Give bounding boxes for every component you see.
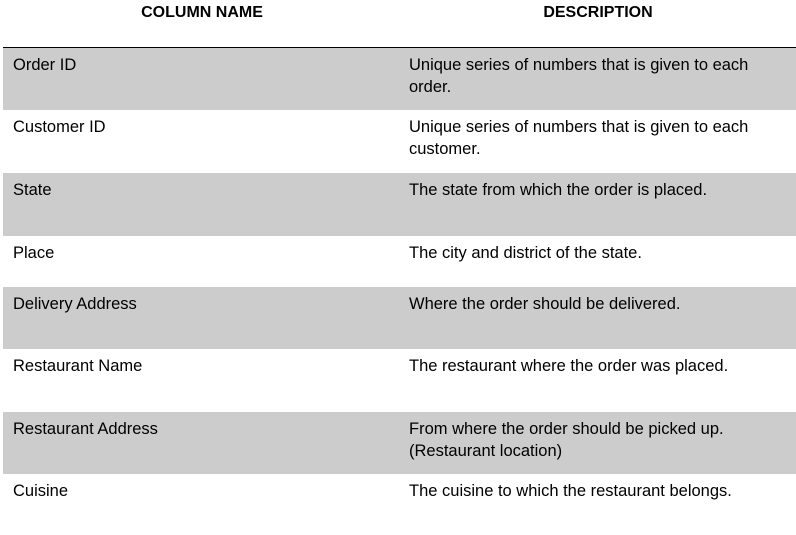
description-cell: The restaurant where the order was place… [409, 357, 729, 375]
description-cell: From where the order should be picked up… [409, 420, 724, 460]
table-row: Restaurant Address From where the order … [3, 412, 796, 474]
table-row: Customer ID Unique series of numbers tha… [3, 110, 796, 173]
description-cell: Unique series of numbers that is given t… [409, 118, 749, 158]
description-cell: Unique series of numbers that is given t… [409, 56, 749, 96]
column-name-cell: Customer ID [13, 118, 106, 136]
table-row: Order ID Unique series of numbers that i… [3, 48, 796, 110]
column-name-cell: Cuisine [13, 482, 69, 500]
column-name-cell: State [13, 181, 52, 199]
description-cell: Where the order should be delivered. [409, 295, 681, 313]
table-row: Cuisine The cuisine to which the restaur… [3, 474, 796, 532]
column-name-cell: Restaurant Address [13, 420, 158, 438]
table-row: Delivery Address Where the order should … [3, 287, 796, 349]
description-cell: The cuisine to which the restaurant belo… [409, 482, 732, 500]
description-header: DESCRIPTION [543, 4, 653, 21]
column-name-cell: Place [13, 244, 55, 262]
description-cell: The state from which the order is placed… [409, 181, 708, 199]
description-cell: The city and district of the state. [409, 244, 642, 262]
table-header: COLUMN NAME DESCRIPTION [0, 0, 796, 48]
table-row: Place The city and district of the state… [3, 236, 796, 287]
column-name-cell: Restaurant Name [13, 357, 143, 375]
column-name-header: COLUMN NAME [141, 4, 263, 21]
column-name-cell: Order ID [13, 56, 77, 74]
column-name-cell: Delivery Address [13, 295, 137, 313]
column-description-table: Order ID Unique series of numbers that i… [3, 48, 796, 532]
table-row: Restaurant Name The restaurant where the… [3, 349, 796, 412]
table-row: State The state from which the order is … [3, 173, 796, 236]
